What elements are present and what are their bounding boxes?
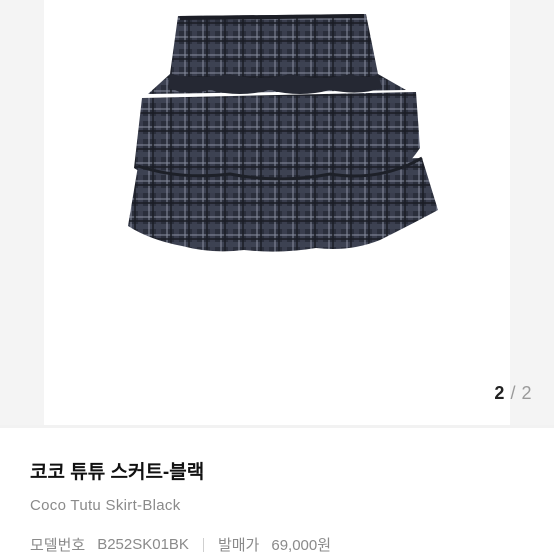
model-number-label: 모델번호: [30, 537, 86, 554]
product-title-english: Coco Tutu Skirt-Black: [30, 497, 181, 514]
pager-total: 2: [521, 383, 532, 403]
release-price-value: 69,000원: [271, 537, 332, 554]
product-image: [128, 14, 438, 252]
image-pager: 2 / 2: [494, 383, 532, 404]
gallery-edge-right: [510, 0, 554, 425]
product-title-korean: 코코 튜튜 스커트-블랙: [30, 462, 205, 483]
pager-current: 2: [494, 383, 505, 403]
gallery-edge-left: [0, 0, 44, 425]
pager-separator: /: [510, 383, 516, 403]
model-number-value: B252SK01BK: [97, 536, 189, 553]
meta-divider: [202, 537, 204, 552]
product-image-gallery[interactable]: 2 / 2: [0, 0, 554, 425]
section-divider: [0, 425, 554, 428]
release-price-label: 발매가: [217, 537, 260, 554]
product-meta: 모델번호 B252SK01BK 발매가 69,000원: [30, 534, 331, 555]
